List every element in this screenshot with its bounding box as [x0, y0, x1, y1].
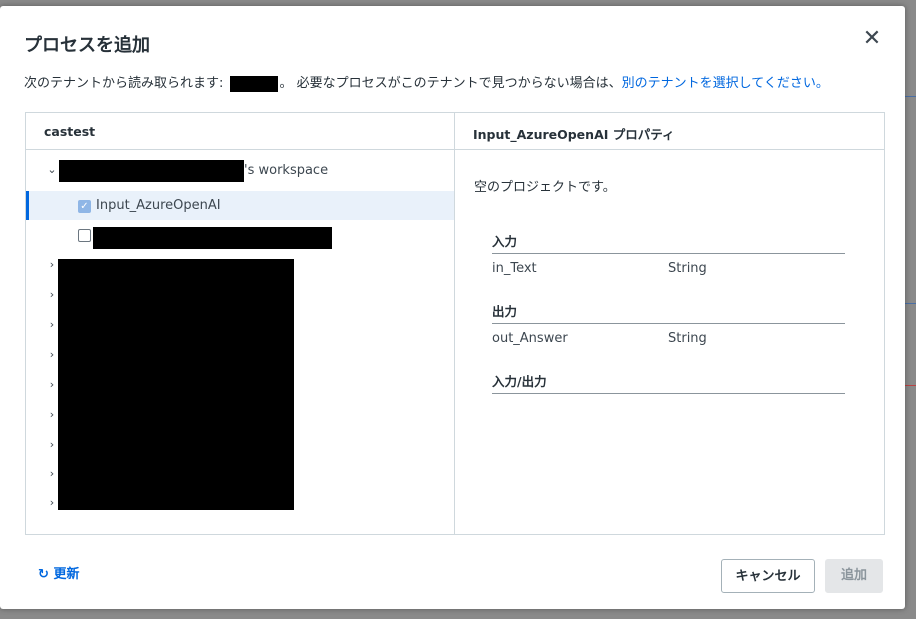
section-divider	[492, 253, 845, 254]
chevron-right-icon[interactable]: ›	[46, 438, 58, 451]
process-label: Input_AzureOpenAI	[96, 198, 221, 213]
tree-row-process[interactable]	[26, 220, 454, 249]
panel-divider	[454, 113, 455, 534]
chevron-right-icon[interactable]: ›	[46, 318, 58, 331]
checkbox-checked[interactable]: ✓	[78, 200, 91, 213]
chevron-down-icon[interactable]: ⌄	[46, 163, 58, 176]
refresh-icon: ↻	[38, 567, 49, 582]
chevron-right-icon[interactable]: ›	[46, 258, 58, 271]
checkbox-unchecked[interactable]	[78, 229, 91, 242]
chevron-right-icon[interactable]: ›	[46, 378, 58, 391]
tree-row-folder[interactable]: ›	[26, 401, 454, 430]
dialog-title: プロセスを追加	[24, 35, 150, 56]
backdrop-line	[905, 96, 916, 97]
chevron-right-icon[interactable]: ›	[46, 467, 58, 480]
chevron-right-icon[interactable]: ›	[46, 288, 58, 301]
redacted-process-name	[93, 227, 332, 249]
tenant-info-middle: 。 必要なプロセスがこのテナントで見つからない場合は、	[279, 76, 622, 91]
tenant-info-prefix: 次のテナントから読み取られます:	[24, 76, 228, 91]
tree-row-folder[interactable]: ›	[26, 251, 454, 280]
tree-row-folder[interactable]: ›	[26, 311, 454, 340]
tree-row-folder[interactable]: ›	[26, 371, 454, 400]
tree-row-folder[interactable]: ›	[26, 431, 454, 460]
select-other-tenant-link[interactable]: 別のテナントを選択してください。	[622, 76, 829, 91]
add-process-dialog: プロセスを追加 ✕ 次のテナントから読み取られます: 。 必要なプロセスがこのテ…	[0, 6, 905, 609]
properties-header: Input_AzureOpenAI プロパティ	[473, 127, 675, 142]
tree-row-folder[interactable]: ›	[26, 460, 454, 489]
close-icon[interactable]: ✕	[860, 28, 884, 52]
process-browser-panel: castest Input_AzureOpenAI プロパティ ⌄ 's wor…	[25, 112, 885, 535]
process-description: 空のプロジェクトです。	[474, 180, 616, 195]
argument-type: String	[668, 331, 707, 346]
chevron-right-icon[interactable]: ›	[46, 348, 58, 361]
tree-row-folder[interactable]: ›	[26, 341, 454, 370]
section-title-inputs: 入力	[492, 234, 518, 249]
argument-type: String	[668, 261, 707, 276]
tree-row-workspace[interactable]: ⌄ 's workspace	[26, 156, 454, 185]
section-title-inouts: 入力/出力	[492, 374, 547, 389]
tenant-info: 次のテナントから読み取られます: 。 必要なプロセスがこのテナントで見つからない…	[24, 72, 829, 92]
tree-row-folder[interactable]: ›	[26, 489, 454, 518]
redacted-tenant-name	[229, 75, 278, 92]
argument-name: in_Text	[492, 261, 537, 276]
backdrop-line	[905, 303, 916, 304]
section-divider	[492, 323, 845, 324]
chevron-right-icon[interactable]: ›	[46, 408, 58, 421]
tenant-header: castest	[44, 124, 96, 139]
tree-row-folder[interactable]: ›	[26, 281, 454, 310]
section-divider	[492, 393, 845, 394]
cancel-button[interactable]: キャンセル	[721, 559, 815, 593]
refresh-button[interactable]: ↻ 更新	[38, 563, 79, 582]
redacted-workspace-owner	[59, 160, 244, 182]
argument-name: out_Answer	[492, 331, 568, 346]
chevron-right-icon[interactable]: ›	[46, 496, 58, 509]
backdrop-line	[905, 385, 916, 386]
add-button[interactable]: 追加	[825, 559, 883, 593]
tree-row-process[interactable]: ✓ Input_AzureOpenAI	[26, 191, 454, 220]
section-title-outputs: 出力	[492, 304, 518, 319]
header-divider	[26, 149, 884, 150]
workspace-label: 's workspace	[244, 163, 329, 178]
refresh-label: 更新	[53, 567, 80, 582]
